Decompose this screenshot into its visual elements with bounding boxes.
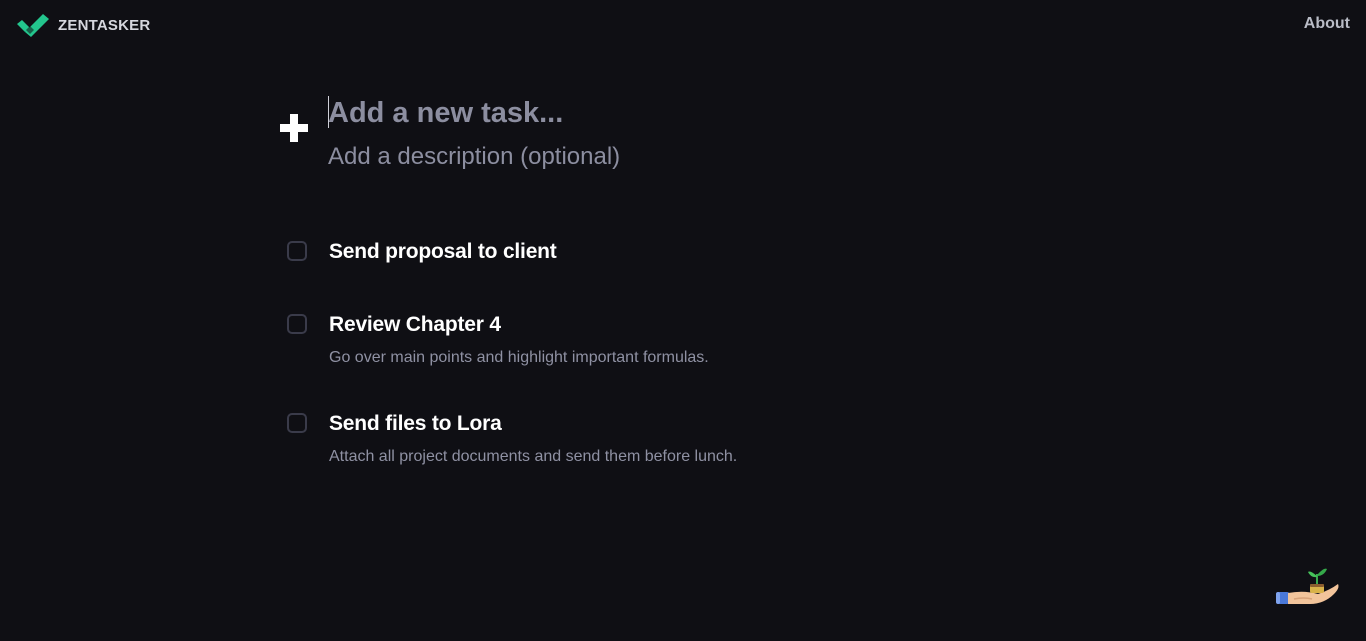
- task-title[interactable]: Review Chapter 4: [329, 313, 501, 337]
- task-title[interactable]: Send proposal to client: [329, 240, 557, 264]
- new-task-title-input[interactable]: [328, 96, 928, 130]
- task-checkbox[interactable]: [287, 314, 307, 334]
- task-description: Go over main points and highlight import…: [329, 349, 709, 366]
- new-task-description-input[interactable]: [328, 142, 928, 172]
- task-description: Attach all project documents and send th…: [329, 448, 738, 465]
- brand-name: ZENTASKER: [58, 16, 151, 34]
- new-task-composer: [280, 96, 1040, 186]
- task-title[interactable]: Send files to Lora: [329, 412, 502, 436]
- about-link[interactable]: About: [1304, 15, 1350, 33]
- plus-icon[interactable]: [280, 114, 308, 142]
- checkmark-logo-icon: [17, 14, 49, 37]
- app-page: ZENTASKER About Send proposal to client …: [0, 0, 1366, 641]
- hand-holding-plant-icon: [1276, 568, 1339, 604]
- task-checkbox[interactable]: [287, 413, 307, 433]
- brand[interactable]: ZENTASKER: [16, 12, 150, 38]
- task-checkbox[interactable]: [287, 241, 307, 261]
- text-caret: [328, 96, 329, 128]
